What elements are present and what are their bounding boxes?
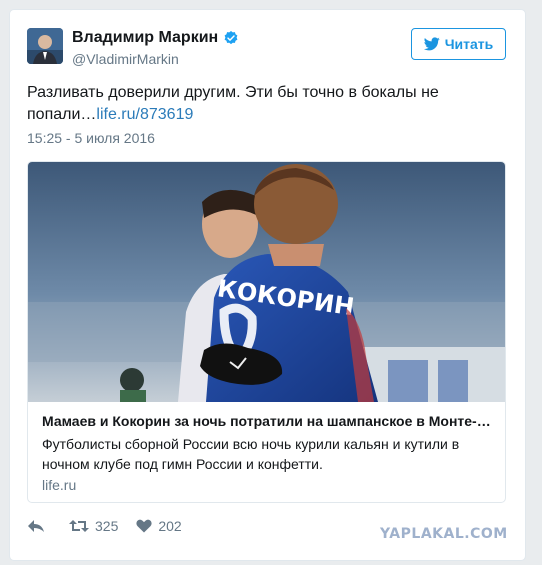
tweet-actions: 325 202 <box>27 518 182 534</box>
follow-button[interactable]: Читать <box>411 28 506 60</box>
avatar[interactable] <box>27 28 63 64</box>
reply-icon <box>28 520 44 532</box>
like-button[interactable]: 202 <box>136 518 182 534</box>
tweet-body: Разливать доверили другим. Эти бы точно … <box>27 84 439 123</box>
author-name[interactable]: Владимир Маркин <box>72 29 218 47</box>
link-preview-domain: life.ru <box>42 477 77 493</box>
link-preview-image: КОКОРИН <box>28 162 505 402</box>
avatar-image <box>27 28 63 64</box>
follow-button-label: Читать <box>444 36 494 52</box>
verified-badge-icon <box>224 31 238 45</box>
link-preview-title[interactable]: Мамаев и Кокорин за ночь потратили на ша… <box>42 413 494 429</box>
tweet-card: Владимир Маркин @VladimirMarkin Читать Р… <box>9 9 526 561</box>
link-preview-description: Футболисты сборной России всю ночь курил… <box>42 436 460 472</box>
retweet-count: 325 <box>95 518 119 534</box>
tweet-link[interactable]: life.ru/873619 <box>96 106 193 123</box>
twitter-bird-icon <box>423 37 440 51</box>
reply-button[interactable] <box>27 519 51 533</box>
heart-icon <box>136 519 152 533</box>
link-preview-card[interactable]: КОКОРИН Мамаев и Кокорин за ночь потрати… <box>27 161 506 503</box>
tweet-text: Разливать доверили другим. Эти бы точно … <box>27 82 507 126</box>
author-handle[interactable]: @VladimirMarkin <box>72 51 179 67</box>
retweet-icon <box>69 520 89 532</box>
retweet-button[interactable]: 325 <box>69 518 118 534</box>
like-count: 202 <box>158 518 182 534</box>
tweet-timestamp[interactable]: 15:25 - 5 июля 2016 <box>27 130 155 146</box>
watermark: YAPLAKAL.COM <box>380 526 508 542</box>
